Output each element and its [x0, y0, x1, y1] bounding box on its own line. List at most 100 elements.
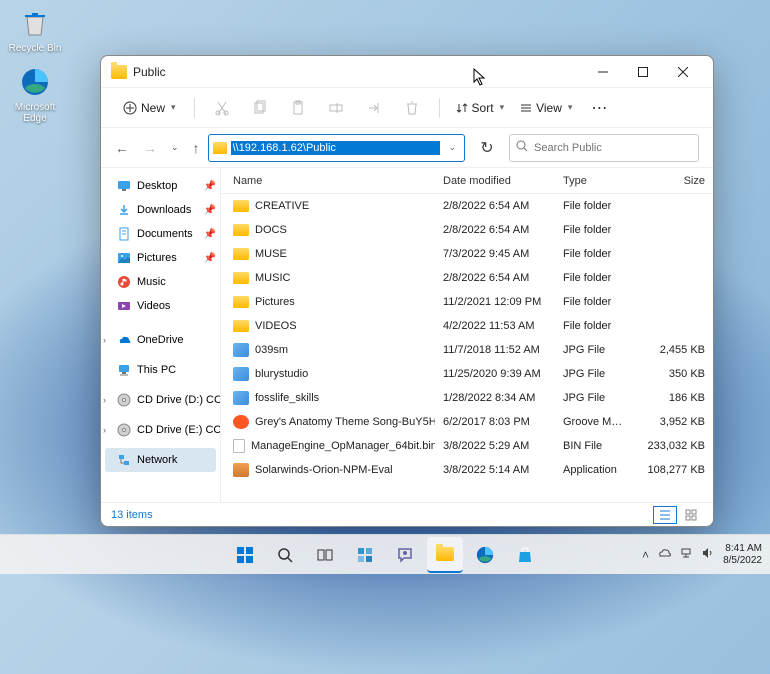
- refresh-button[interactable]: ↻: [473, 138, 501, 158]
- copy-button[interactable]: [243, 93, 277, 123]
- sidebar-item-cd-drive-e-ccc[interactable]: › CD Drive (E:) CCC: [101, 418, 220, 442]
- sidebar-item-music[interactable]: Music: [101, 270, 220, 294]
- taskbar: ˄ 8:41 AM 8/5/2022: [0, 534, 770, 574]
- minimize-button[interactable]: [583, 58, 623, 86]
- col-name[interactable]: Name: [221, 175, 435, 187]
- volume-tray-icon[interactable]: [701, 546, 715, 563]
- file-row[interactable]: VIDEOS4/2/2022 11:53 AMFile folder: [221, 314, 713, 338]
- file-size: 186 KB: [635, 392, 713, 404]
- recent-button[interactable]: ⌄: [171, 142, 179, 153]
- file-row[interactable]: DOCS2/8/2022 6:54 AMFile folder: [221, 218, 713, 242]
- sidebar-item-cd-drive-d-ccc[interactable]: ›CD Drive (D:) CCC: [101, 388, 220, 412]
- file-explorer-taskbar-button[interactable]: [427, 537, 463, 573]
- file-row[interactable]: Pictures11/2/2021 12:09 PMFile folder: [221, 290, 713, 314]
- close-button[interactable]: [663, 58, 703, 86]
- thumbnails-view-button[interactable]: [679, 506, 703, 524]
- start-button[interactable]: [227, 537, 263, 573]
- file-row[interactable]: fosslife_skills1/28/2022 8:34 AMJPG File…: [221, 386, 713, 410]
- col-date[interactable]: Date modified: [435, 175, 555, 187]
- sidebar-item-desktop[interactable]: Desktop📌: [101, 174, 220, 198]
- file-date: 11/2/2021 12:09 PM: [435, 296, 555, 308]
- sort-button[interactable]: Sort ▾: [450, 97, 511, 119]
- cut-button[interactable]: [205, 93, 239, 123]
- edge-taskbar-button[interactable]: [467, 537, 503, 573]
- file-name: blurystudio: [255, 368, 308, 380]
- file-row[interactable]: 039sm11/7/2018 11:52 AMJPG File2,455 KB: [221, 338, 713, 362]
- chevron-right-icon[interactable]: ›: [103, 395, 106, 405]
- file-row[interactable]: CREATIVE2/8/2022 6:54 AMFile folder: [221, 194, 713, 218]
- sidebar-item-pictures[interactable]: Pictures📌: [101, 246, 220, 270]
- address-row: ← → ⌄ ↑ ⌄ ↻: [101, 128, 713, 168]
- network-icon: [117, 453, 131, 467]
- store-taskbar-button[interactable]: [507, 537, 543, 573]
- file-type: File folder: [555, 296, 635, 308]
- file-row[interactable]: MUSE7/3/2022 9:45 AMFile folder: [221, 242, 713, 266]
- desktop-icon-recycle-bin[interactable]: Recycle Bin: [5, 5, 65, 54]
- desktop-icon-edge[interactable]: Microsoft Edge: [5, 64, 65, 124]
- chevron-down-icon: ▾: [500, 102, 505, 113]
- chevron-right-icon[interactable]: ›: [103, 425, 106, 435]
- file-type: Application: [555, 464, 635, 476]
- sidebar-item-label: CD Drive (E:) CCC: [137, 424, 221, 436]
- titlebar[interactable]: Public: [101, 56, 713, 88]
- onedrive-tray-icon[interactable]: [657, 546, 671, 563]
- folder-icon: [213, 142, 227, 154]
- address-input[interactable]: [231, 141, 441, 155]
- search-button[interactable]: [267, 537, 303, 573]
- item-count: 13 items: [111, 509, 153, 521]
- new-button[interactable]: New ▾: [115, 97, 184, 119]
- toolbar: New ▾ Sort ▾ View ▾ ⋯: [101, 88, 713, 128]
- jpg-icon: [233, 343, 249, 357]
- sidebar-item-this-pc[interactable]: This PC: [101, 358, 220, 382]
- folder-icon: [111, 65, 127, 79]
- rename-button[interactable]: [319, 93, 353, 123]
- forward-button[interactable]: →: [143, 140, 157, 156]
- back-button[interactable]: ←: [115, 140, 129, 156]
- view-button[interactable]: View ▾: [514, 97, 578, 119]
- tray-chevron[interactable]: ˄: [642, 548, 649, 562]
- sidebar-item-documents[interactable]: Documents📌: [101, 222, 220, 246]
- maximize-button[interactable]: [623, 58, 663, 86]
- file-size: 108,277 KB: [635, 464, 713, 476]
- file-row[interactable]: ManageEngine_OpManager_64bit.bin3/8/2022…: [221, 434, 713, 458]
- search-input[interactable]: [534, 142, 692, 154]
- address-bar[interactable]: ⌄: [208, 134, 465, 162]
- delete-button[interactable]: [395, 93, 429, 123]
- file-size: 2,455 KB: [635, 344, 713, 356]
- file-row[interactable]: blurystudio11/25/2020 9:39 AMJPG File350…: [221, 362, 713, 386]
- file-row[interactable]: Solarwinds-Orion-NPM-Eval3/8/2022 5:14 A…: [221, 458, 713, 482]
- folder-icon: [233, 320, 249, 332]
- up-button[interactable]: ↑: [193, 140, 200, 156]
- file-date: 2/8/2022 6:54 AM: [435, 224, 555, 236]
- widgets-button[interactable]: [347, 537, 383, 573]
- separator: [194, 98, 195, 118]
- col-size[interactable]: Size: [635, 175, 713, 187]
- chat-button[interactable]: [387, 537, 423, 573]
- address-dropdown[interactable]: ⌄: [444, 142, 460, 153]
- file-row[interactable]: MUSIC2/8/2022 6:54 AMFile folder: [221, 266, 713, 290]
- sidebar-item-network[interactable]: Network: [105, 448, 216, 472]
- folder-icon: [233, 248, 249, 260]
- sidebar-item-videos[interactable]: Videos: [101, 294, 220, 318]
- details-view-button[interactable]: [653, 506, 677, 524]
- more-button[interactable]: ⋯: [582, 93, 616, 123]
- col-type[interactable]: Type: [555, 175, 635, 187]
- share-button[interactable]: [357, 93, 391, 123]
- sidebar-item-downloads[interactable]: Downloads📌: [101, 198, 220, 222]
- task-view-button[interactable]: [307, 537, 343, 573]
- paste-button[interactable]: [281, 93, 315, 123]
- sidebar-item-label: Videos: [137, 300, 170, 312]
- window-title: Public: [133, 65, 583, 79]
- sidebar-item-onedrive[interactable]: ›OneDrive: [101, 328, 220, 352]
- file-type: File folder: [555, 200, 635, 212]
- network-tray-icon[interactable]: [679, 546, 693, 563]
- view-icon: [520, 102, 532, 114]
- file-row[interactable]: Grey's Anatomy Theme Song-BuY5H_IAy...6/…: [221, 410, 713, 434]
- file-date: 2/8/2022 6:54 AM: [435, 200, 555, 212]
- file-name: fosslife_skills: [255, 392, 319, 404]
- taskbar-clock[interactable]: 8:41 AM 8/5/2022: [723, 543, 762, 567]
- chevron-right-icon[interactable]: ›: [103, 335, 106, 345]
- search-box[interactable]: [509, 134, 699, 162]
- desktop-icon-label: Microsoft Edge: [5, 102, 65, 124]
- sidebar-item-label: Pictures: [137, 252, 177, 264]
